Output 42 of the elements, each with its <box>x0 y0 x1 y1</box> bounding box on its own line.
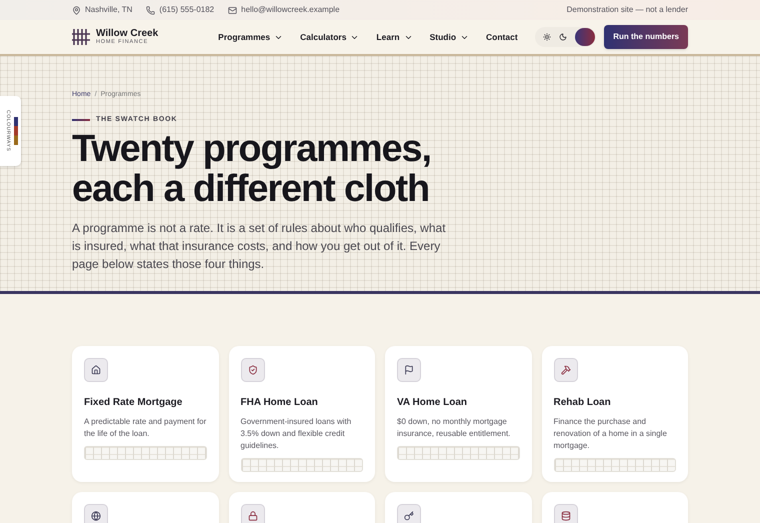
house-icon <box>91 365 101 375</box>
card-description: $0 down, no monthly mortgage insurance, reusable entitlement. <box>397 416 512 440</box>
card-title: Rehab Loan <box>554 396 612 410</box>
hero-intro: A programme is not a rate. It is a set of rules about who qualifies, what is insured, what that insurance costs, and how you get out of it. Every page below states those four things. <box>72 220 447 273</box>
card-title: Fixed Rate Mortgage <box>84 396 184 410</box>
card-title: VA Home Loan <box>397 396 468 410</box>
hammer-icon <box>560 365 570 375</box>
lock-icon <box>248 511 258 521</box>
card-description: A predictable rate and payment for the life of the loan. <box>84 416 206 440</box>
colourway-swatch[interactable] <box>575 28 596 46</box>
nav-link[interactable]: Studio <box>430 30 470 44</box>
programme-card[interactable]: VA Home Loan $0 down, no monthly mortgage insurance, reusable entitlement. <box>385 346 532 482</box>
colour-stripe <box>14 117 18 145</box>
notice-text: Demonstration site — not a lender <box>566 4 688 16</box>
phone-icon <box>146 6 156 14</box>
map-pin-icon <box>72 6 81 14</box>
programme-card[interactable]: Fixed Rate Mortgage A predictable rate and payment for the life of the loan. <box>72 346 218 482</box>
email-link[interactable]: hello@willowcreek.example <box>241 4 340 16</box>
hero-heading: Twenty programmes, each a different cloth <box>72 129 432 209</box>
nav-link[interactable]: Calculators <box>300 30 360 44</box>
brand-name[interactable]: Willow Creek <box>96 28 158 39</box>
mail-icon <box>228 6 238 14</box>
phone-link[interactable]: (615) 555-0182 <box>159 4 214 16</box>
card-title: FHA Home Loan <box>240 396 319 410</box>
run-numbers-button[interactable]: Run the numbers <box>604 25 688 49</box>
eyebrow-rule <box>72 118 90 121</box>
card-description: Government-insured loans with 3.5% down and flexible credit guidelines. <box>240 416 352 452</box>
programme-card[interactable]: FHA Home Loan Government-insured loans with 3.5% down and flexible credit guidelines. <box>228 346 375 482</box>
key-icon <box>404 511 414 521</box>
card-description: Finance the purchase and renovation of a home in a single mortgage. <box>554 416 668 452</box>
nav-link[interactable]: Contact <box>486 30 518 44</box>
flag-icon <box>404 365 414 375</box>
nav-link[interactable]: Programmes <box>218 30 284 44</box>
programme-card[interactable]: Rehab Loan Finance the purchase and renovation of a home in a single mortgage. <box>542 346 688 482</box>
shield-icon <box>248 365 258 375</box>
location-text: Nashville, TN <box>85 4 132 16</box>
dark-mode-button[interactable] <box>559 33 568 41</box>
light-mode-button[interactable] <box>543 33 552 41</box>
logo-icon <box>72 28 90 46</box>
globe-icon <box>91 511 101 521</box>
database-icon <box>560 511 570 521</box>
nav-link[interactable]: Learn <box>376 30 413 44</box>
